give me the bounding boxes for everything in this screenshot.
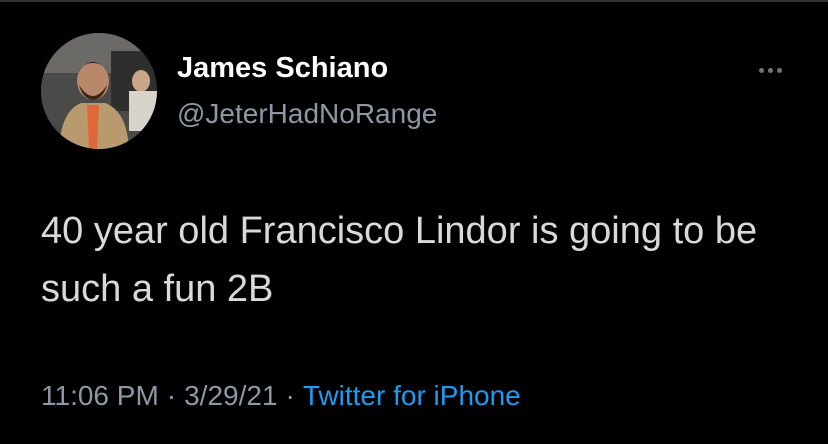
tweet-time[interactable]: 11:06 PM xyxy=(41,380,159,411)
meta-separator: · xyxy=(166,380,177,411)
tweet-date[interactable]: 3/29/21 xyxy=(184,380,277,411)
more-options-button[interactable] xyxy=(748,56,792,84)
avatar-image xyxy=(41,33,157,149)
meta-separator: · xyxy=(285,380,295,411)
tweet-text: 40 year old Francisco Lindor is going to… xyxy=(41,210,758,310)
user-handle[interactable]: @JeterHadNoRange xyxy=(177,98,437,130)
avatar[interactable] xyxy=(41,33,157,149)
tweet-meta: 11:06 PM · 3/29/21 · Twitter for iPhone xyxy=(41,380,521,412)
tweet-source-link[interactable]: Twitter for iPhone xyxy=(303,380,521,411)
more-horizontal-icon xyxy=(758,67,764,73)
more-horizontal-icon-dot xyxy=(767,67,773,73)
tweet: James Schiano @JeterHadNoRange 40 year o… xyxy=(0,0,828,444)
more-horizontal-icon-dot xyxy=(776,67,782,73)
display-name[interactable]: James Schiano xyxy=(177,52,388,85)
